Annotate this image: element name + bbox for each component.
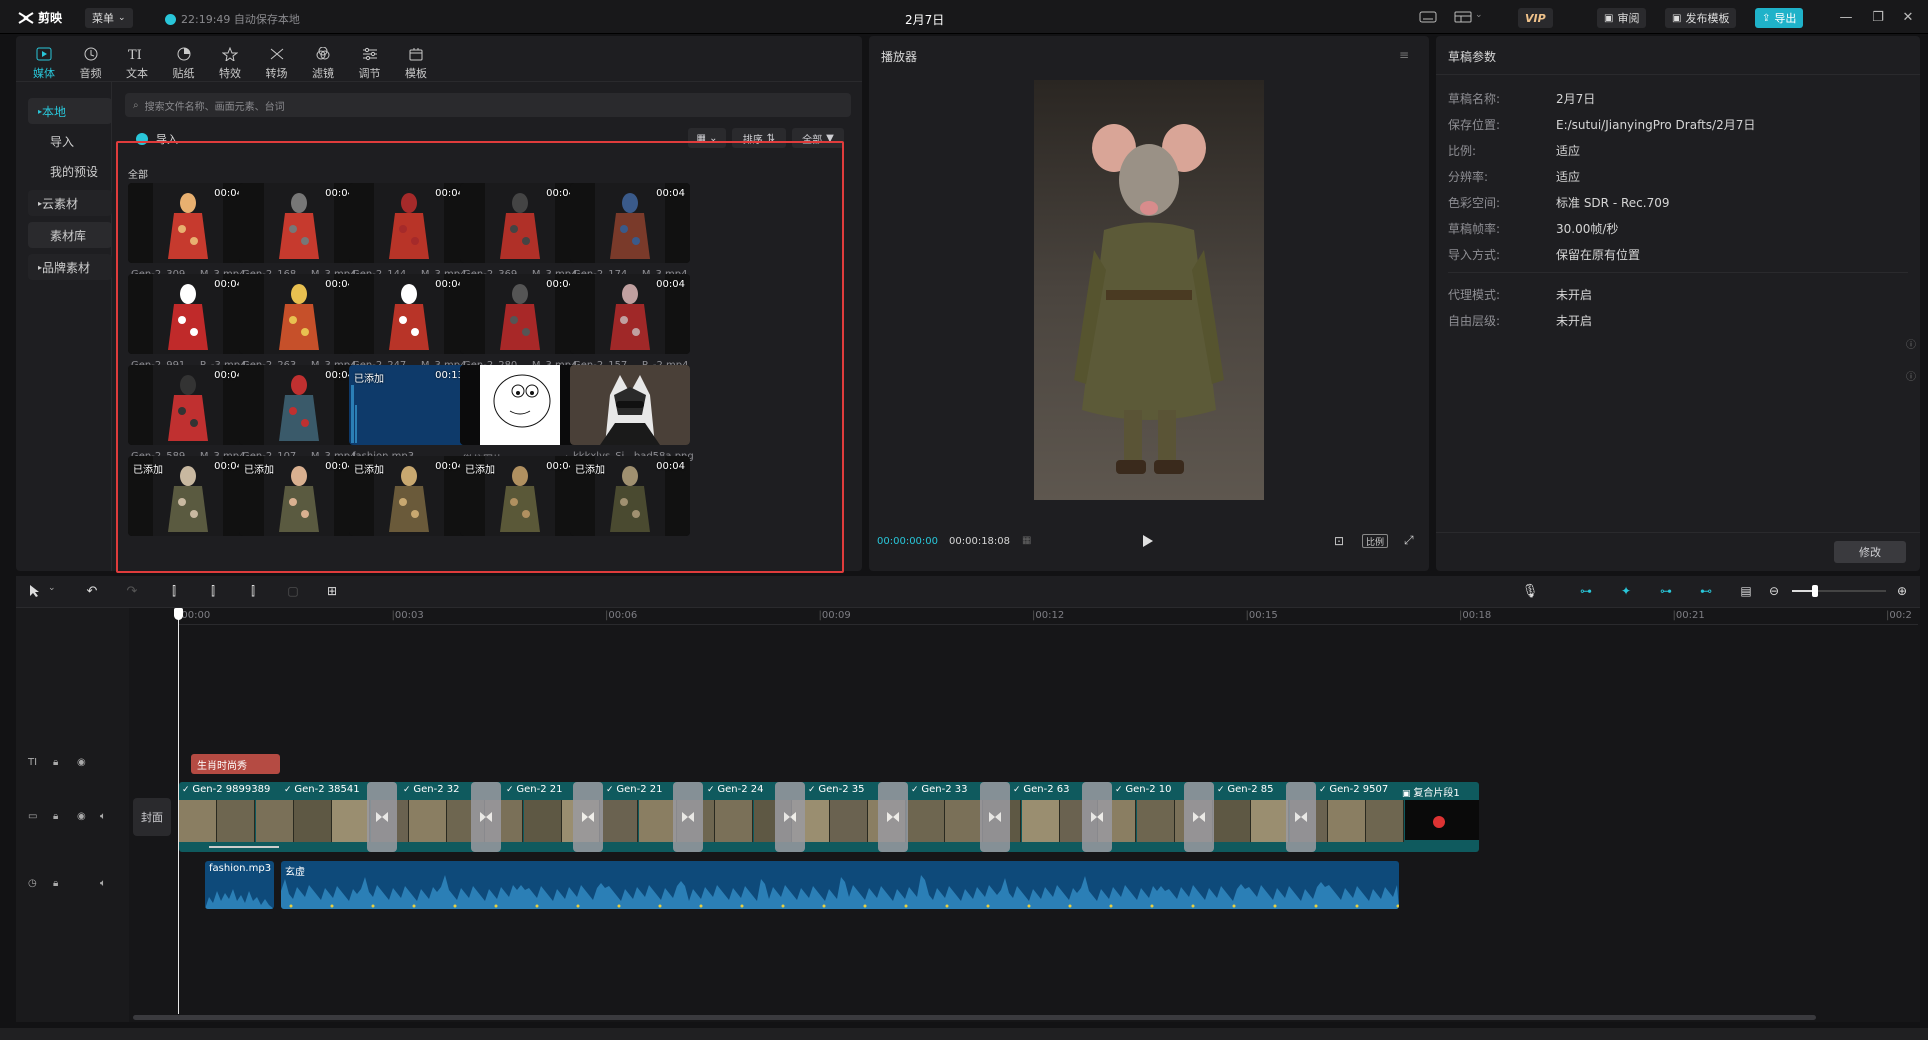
beat-marker xyxy=(1314,904,1318,908)
transition-bowtie-icon xyxy=(1091,812,1103,822)
transition-bowtie-icon xyxy=(376,812,388,822)
transition-marker[interactable] xyxy=(1184,782,1214,852)
playhead-handle[interactable] xyxy=(174,608,183,620)
beat-marker xyxy=(945,904,949,908)
transition-marker[interactable] xyxy=(367,782,397,852)
beat-marker xyxy=(863,904,867,908)
transition-bowtie-icon xyxy=(784,812,796,822)
transition-bowtie-icon xyxy=(582,812,594,822)
beat-marker xyxy=(576,904,580,908)
beat-marker xyxy=(986,904,990,908)
beat-marker xyxy=(1355,904,1359,908)
transition-marker[interactable] xyxy=(573,782,603,852)
audio-waveform xyxy=(281,875,1399,909)
beat-marker xyxy=(699,904,703,908)
beat-marker xyxy=(1191,904,1195,908)
beat-marker xyxy=(1027,904,1031,908)
waveform-shape xyxy=(281,875,1399,909)
beat-marker xyxy=(371,904,375,908)
transition-marker[interactable] xyxy=(878,782,908,852)
timeline-scrollbar[interactable] xyxy=(133,1015,1816,1020)
beat-marker xyxy=(494,904,498,908)
transition-marker[interactable] xyxy=(471,782,501,852)
beat-marker xyxy=(1232,904,1236,908)
audio-clip-fashion[interactable]: fashion.mp3 xyxy=(205,861,274,909)
beat-marker xyxy=(453,904,457,908)
beat-marker xyxy=(1068,904,1072,908)
beat-marker xyxy=(1273,904,1277,908)
beat-marker xyxy=(1150,904,1154,908)
transition-marker[interactable] xyxy=(980,782,1010,852)
transition-bowtie-icon xyxy=(480,812,492,822)
playhead[interactable] xyxy=(178,608,179,1014)
transition-bowtie-icon xyxy=(1193,812,1205,822)
beat-marker xyxy=(289,904,293,908)
taskbar-strip xyxy=(0,1028,1928,1040)
beat-marker xyxy=(904,904,908,908)
beat-marker xyxy=(1109,904,1113,908)
transition-marker[interactable] xyxy=(775,782,805,852)
audio-clip-main[interactable]: 玄虚 xyxy=(281,861,1399,909)
transition-marker[interactable] xyxy=(1286,782,1316,852)
beat-marker xyxy=(822,904,826,908)
beat-marker xyxy=(617,904,621,908)
transition-marker[interactable] xyxy=(673,782,703,852)
transition-bowtie-icon xyxy=(887,812,899,822)
beat-marker xyxy=(330,904,334,908)
beat-marker xyxy=(781,904,785,908)
beat-marker xyxy=(740,904,744,908)
transition-bowtie-icon xyxy=(989,812,1001,822)
audio-clip-label: fashion.mp3 xyxy=(209,863,272,874)
beat-marker xyxy=(535,904,539,908)
beat-marker xyxy=(412,904,416,908)
transition-bowtie-icon xyxy=(1295,812,1307,822)
beat-marker xyxy=(658,904,662,908)
transition-bowtie-icon xyxy=(682,812,694,822)
transition-marker[interactable] xyxy=(1082,782,1112,852)
